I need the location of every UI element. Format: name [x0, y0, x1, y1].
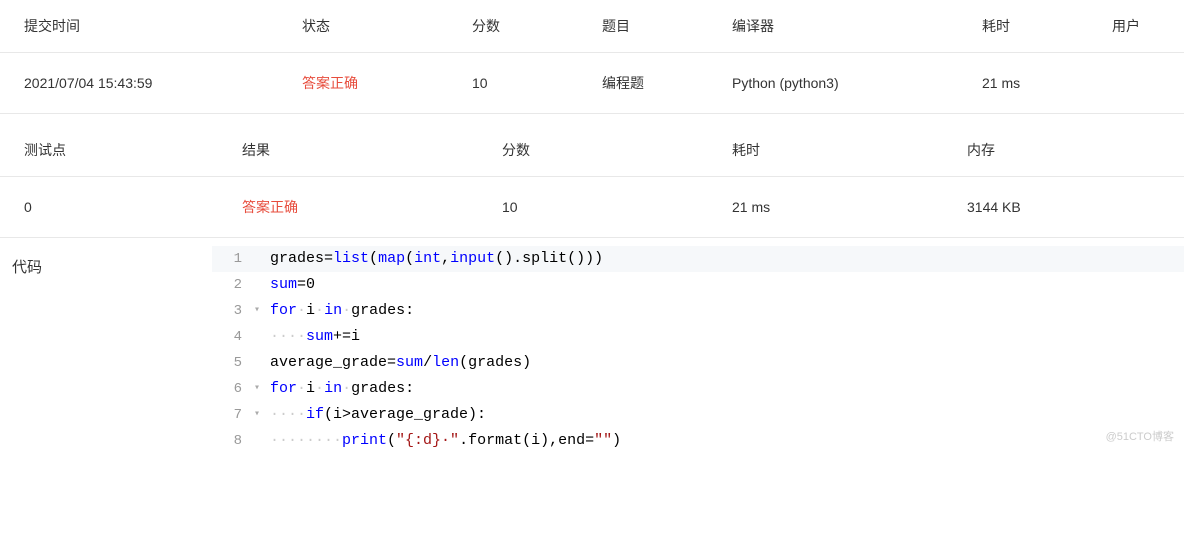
line-number: 3	[212, 298, 248, 324]
col-tc-elapsed: 耗时	[720, 124, 955, 177]
col-elapsed: 耗时	[970, 0, 1100, 53]
line-number: 5	[212, 350, 248, 376]
col-problem: 题目	[590, 0, 720, 53]
code-line[interactable]: 3▾for·i·in·grades:	[212, 298, 1184, 324]
code-line[interactable]: 1 grades=list(map(int,input().split()))	[212, 246, 1184, 272]
cell-result: 答案正确	[230, 177, 490, 238]
code-line[interactable]: 4 ····sum+=i	[212, 324, 1184, 350]
code-content[interactable]: grades=list(map(int,input().split()))	[266, 246, 1184, 272]
col-score: 分数	[460, 0, 590, 53]
cell-time: 2021/07/04 15:43:59	[0, 53, 290, 114]
cell-testpoint: 0	[0, 177, 230, 238]
cell-tc-elapsed: 21 ms	[720, 177, 955, 238]
col-time: 提交时间	[0, 0, 290, 53]
col-tc-score: 分数	[490, 124, 720, 177]
code-content[interactable]: ····sum+=i	[266, 324, 1184, 350]
testcase-header-row: 测试点 结果 分数 耗时 内存	[0, 124, 1184, 177]
line-number: 2	[212, 272, 248, 298]
code-content[interactable]: for·i·in·grades:	[266, 376, 1184, 402]
code-content[interactable]: average_grade=sum/len(grades)	[266, 350, 1184, 376]
col-status: 状态	[290, 0, 460, 53]
line-number: 6	[212, 376, 248, 402]
code-line[interactable]: 5 average_grade=sum/len(grades)	[212, 350, 1184, 376]
code-content[interactable]: for·i·in·grades:	[266, 298, 1184, 324]
line-number: 1	[212, 246, 248, 272]
testcase-row: 0 答案正确 10 21 ms 3144 KB	[0, 177, 1184, 238]
code-section: 代码 1 grades=list(map(int,input().split())…	[0, 246, 1184, 454]
col-user: 用户	[1100, 0, 1184, 53]
code-content[interactable]: ····if(i>average_grade):	[266, 402, 1184, 428]
submission-table: 提交时间 状态 分数 题目 编译器 耗时 用户 2021/07/04 15:43…	[0, 0, 1184, 114]
line-number: 4	[212, 324, 248, 350]
col-compiler: 编译器	[720, 0, 970, 53]
submission-header-row: 提交时间 状态 分数 题目 编译器 耗时 用户	[0, 0, 1184, 53]
code-line[interactable]: 2 sum=0	[212, 272, 1184, 298]
code-label: 代码	[12, 246, 212, 454]
cell-user	[1100, 53, 1184, 114]
cell-memory: 3144 KB	[955, 177, 1184, 238]
submission-row: 2021/07/04 15:43:59 答案正确 10 编程题 Python (…	[0, 53, 1184, 114]
testcase-table: 测试点 结果 分数 耗时 内存 0 答案正确 10 21 ms 3144 KB	[0, 124, 1184, 238]
code-content[interactable]: ········print("{:d}·".format(i),end="")	[266, 428, 1184, 454]
col-memory: 内存	[955, 124, 1184, 177]
code-content[interactable]: sum=0	[266, 272, 1184, 298]
code-line[interactable]: 8 ········print("{:d}·".format(i),end="")	[212, 428, 1184, 454]
fold-icon[interactable]: ▾	[248, 402, 266, 428]
col-testpoint: 测试点	[0, 124, 230, 177]
cell-elapsed: 21 ms	[970, 53, 1100, 114]
code-line[interactable]: 7▾····if(i>average_grade):	[212, 402, 1184, 428]
fold-icon[interactable]: ▾	[248, 376, 266, 402]
cell-status: 答案正确	[290, 53, 460, 114]
fold-icon[interactable]: ▾	[248, 298, 266, 324]
line-number: 7	[212, 402, 248, 428]
watermark: @51CTO博客	[1106, 424, 1174, 450]
cell-problem: 编程题	[590, 53, 720, 114]
code-line[interactable]: 6▾for·i·in·grades:	[212, 376, 1184, 402]
code-editor[interactable]: 1 grades=list(map(int,input().split())) 2s…	[212, 246, 1184, 454]
cell-tc-score: 10	[490, 177, 720, 238]
col-result: 结果	[230, 124, 490, 177]
cell-score: 10	[460, 53, 590, 114]
line-number: 8	[212, 428, 248, 454]
cell-compiler: Python (python3)	[720, 53, 970, 114]
